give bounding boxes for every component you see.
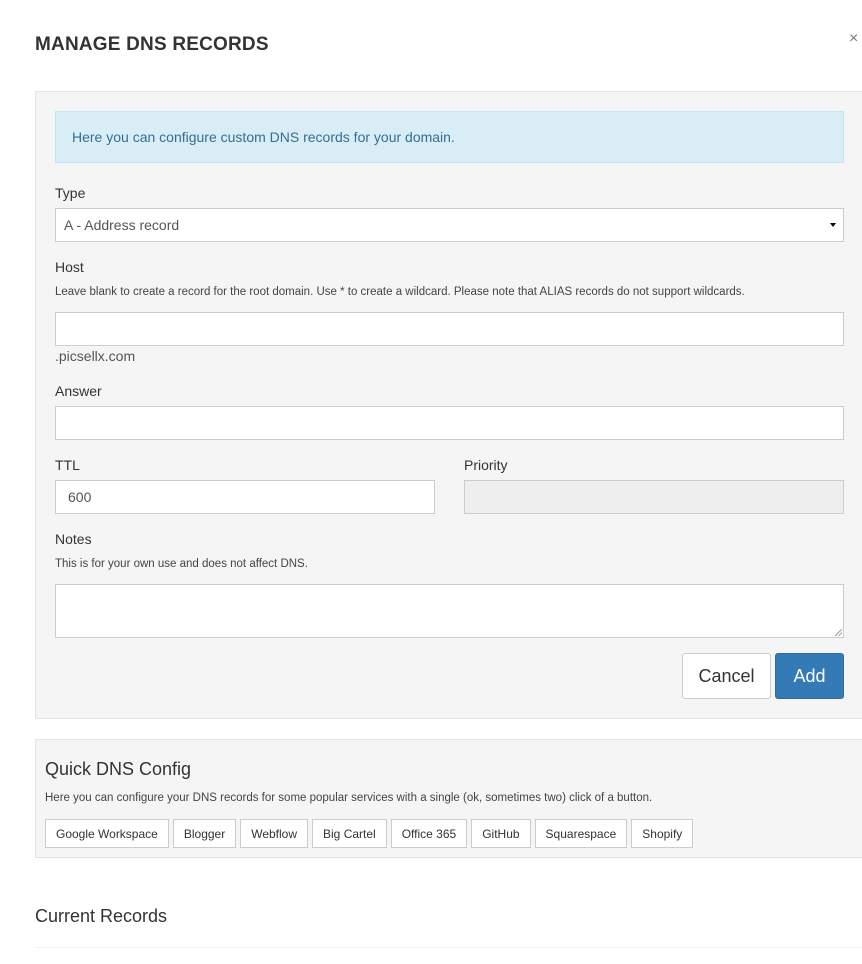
quick-dns-config-panel: Quick DNS Config Here you can configure … (35, 739, 862, 858)
priority-input (464, 480, 844, 514)
resize-handle-icon[interactable] (834, 628, 842, 636)
service-button-shopify[interactable]: Shopify (631, 819, 694, 848)
type-label: Type (55, 185, 86, 201)
host-label: Host (55, 259, 84, 275)
host-input[interactable] (55, 312, 844, 346)
add-button[interactable]: Add (775, 653, 844, 699)
quick-dns-help: Here you can configure your DNS records … (45, 792, 653, 804)
service-button-webflow[interactable]: Webflow (240, 819, 309, 848)
service-button-office-365[interactable]: Office 365 (390, 819, 468, 848)
quick-dns-title: Quick DNS Config (45, 759, 192, 779)
ttl-input[interactable]: 600 (55, 480, 435, 514)
record-form-panel: Here you can configure custom DNS record… (35, 91, 862, 719)
priority-label: Priority (464, 457, 508, 473)
modal-title: MANAGE DNS RECORDS (35, 34, 269, 55)
service-button-squarespace[interactable]: Squarespace (534, 819, 628, 848)
chevron-down-icon (830, 223, 836, 227)
answer-input[interactable] (55, 406, 844, 440)
host-domain-suffix: .picsellx.com (55, 348, 136, 364)
service-button-blogger[interactable]: Blogger (172, 819, 237, 848)
type-select-value: A - Address record (64, 217, 180, 233)
divider (35, 947, 862, 948)
info-alert: Here you can configure custom DNS record… (55, 111, 844, 163)
quick-dns-service-buttons: Google Workspace Blogger Webflow Big Car… (45, 819, 694, 848)
answer-label: Answer (55, 383, 102, 399)
close-icon[interactable]: × (849, 30, 858, 48)
notes-help: This is for your own use and does not af… (55, 558, 308, 570)
host-help: Leave blank to create a record for the r… (55, 286, 745, 298)
service-button-github[interactable]: GitHub (471, 819, 531, 848)
ttl-label: TTL (55, 457, 80, 473)
notes-label: Notes (55, 531, 92, 547)
service-button-google-workspace[interactable]: Google Workspace (45, 819, 169, 848)
service-button-big-cartel[interactable]: Big Cartel (312, 819, 387, 848)
cancel-button[interactable]: Cancel (682, 653, 771, 699)
notes-textarea[interactable] (55, 584, 844, 638)
current-records-title: Current Records (35, 906, 168, 926)
type-select[interactable]: A - Address record (55, 208, 844, 242)
